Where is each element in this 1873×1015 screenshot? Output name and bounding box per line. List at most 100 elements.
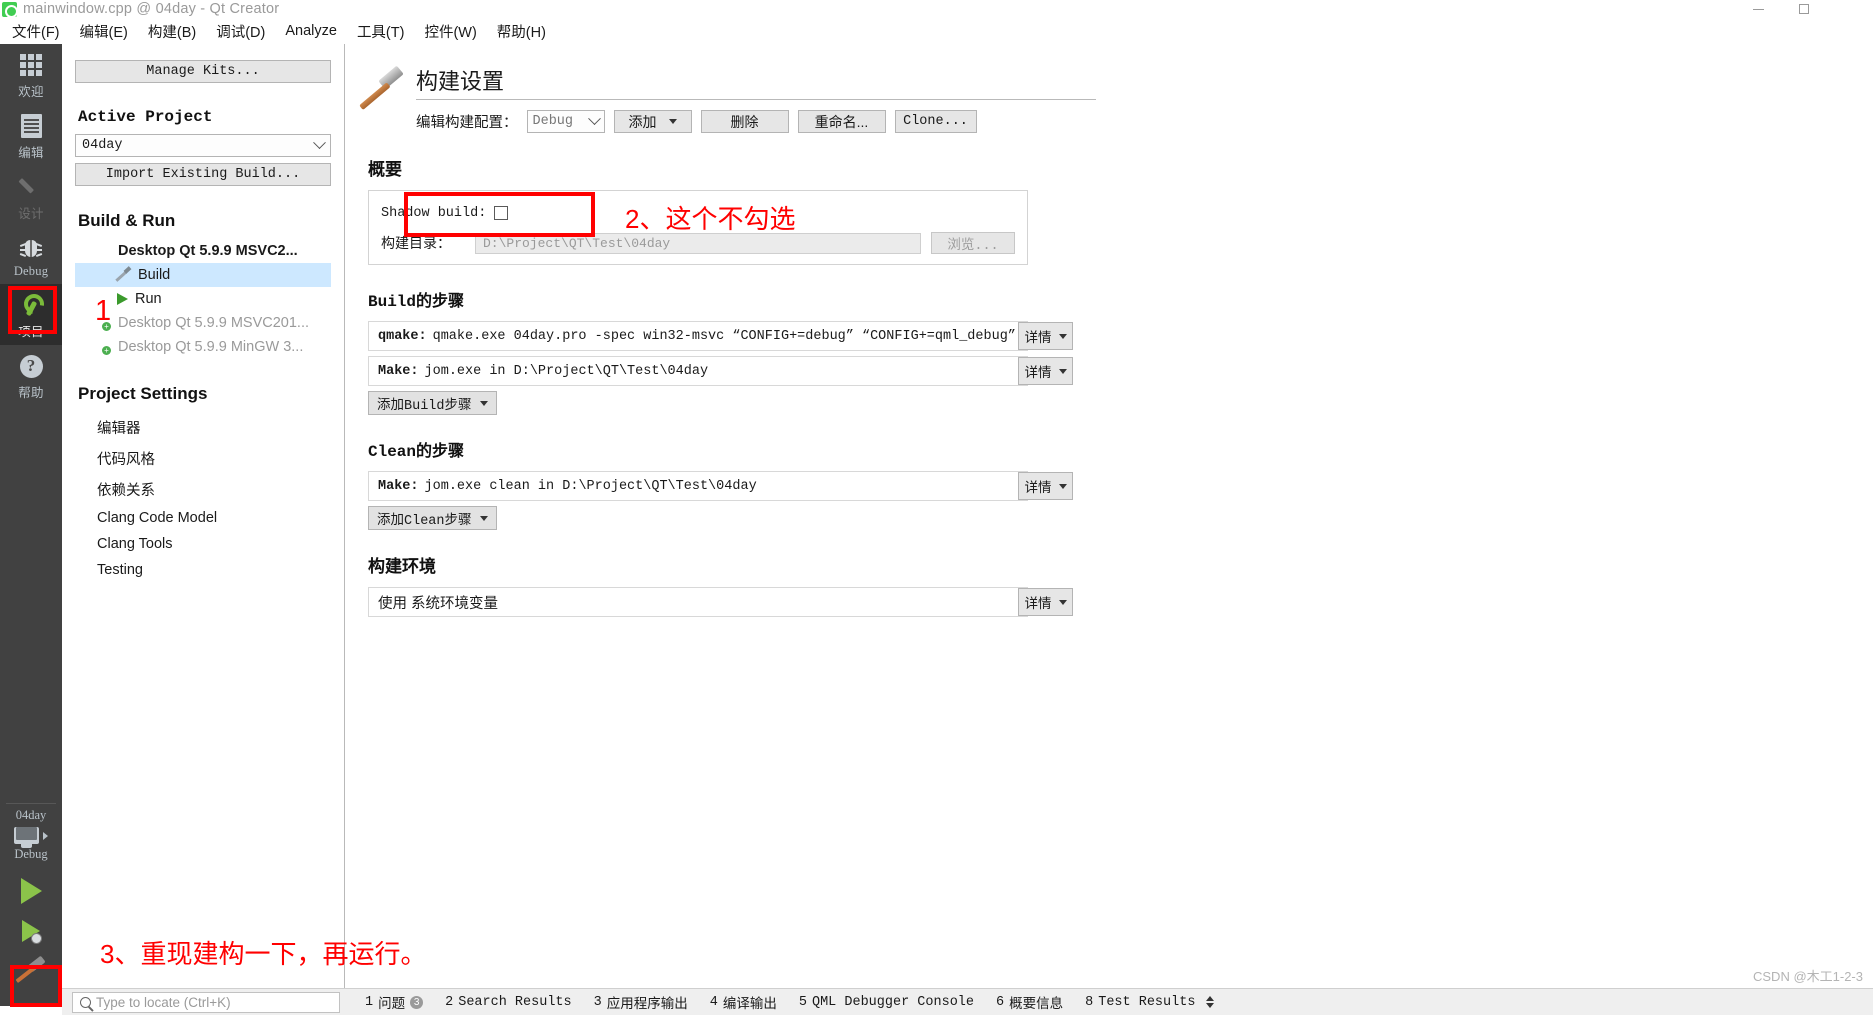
build-step-command: jom.exe in D:\Project\QT\Test\04day — [424, 363, 709, 379]
pane-search-results[interactable]: 2 Search Results — [434, 995, 583, 1010]
settings-item-dependencies[interactable]: 依赖关系 — [75, 474, 331, 505]
build-directory-input[interactable]: D:\Project\QT\Test\04day — [475, 232, 921, 254]
grid-icon — [18, 52, 44, 78]
tree-item-run[interactable]: Run — [75, 287, 331, 311]
add-build-step-button[interactable]: 添加Build步骤 — [368, 391, 497, 415]
import-existing-build-button[interactable]: Import Existing Build... — [75, 163, 331, 186]
pane-issues[interactable]: 1 问题 3 — [354, 992, 434, 1013]
debug-button[interactable] — [9, 914, 53, 948]
details-label: 详情 — [1024, 596, 1052, 611]
pane-application-output[interactable]: 3 应用程序输出 — [583, 992, 699, 1013]
pane-label: Test Results — [1098, 994, 1196, 1010]
add-clean-step-button[interactable]: 添加Clean步骤 — [368, 506, 497, 530]
build-env-details-button[interactable]: 详情 — [1018, 588, 1073, 616]
mode-help[interactable]: ? 帮助 — [0, 345, 62, 406]
active-project-select[interactable]: 04day — [75, 134, 331, 157]
bug-badge-icon — [31, 933, 42, 944]
settings-item-testing[interactable]: Testing — [75, 557, 331, 583]
tree-item-kit-msvc-active[interactable]: Desktop Qt 5.9.9 MSVC2... — [75, 239, 331, 263]
mode-welcome[interactable]: 欢迎 — [0, 44, 62, 105]
build-step-tool: Make: — [378, 363, 419, 379]
build-step-qmake[interactable]: qmake: qmake.exe 04day.pro -spec win32-m… — [368, 321, 1028, 351]
menu-tools[interactable]: 工具(T) — [347, 19, 415, 44]
wrench-icon — [18, 292, 44, 318]
help-icon: ? — [18, 353, 44, 379]
add-config-button[interactable]: 添加 — [613, 110, 692, 133]
build-env-label: 使用 系统环境变量 — [378, 595, 499, 612]
settings-item-code-style[interactable]: 代码风格 — [75, 443, 331, 474]
manage-kits-button[interactable]: Manage Kits... — [75, 60, 331, 83]
rename-config-button[interactable]: 重命名... — [797, 110, 886, 133]
settings-item-clang-code-model[interactable]: Clang Code Model — [75, 505, 331, 531]
locator-placeholder: Type to locate (Ctrl+K) — [96, 994, 231, 1010]
run-button[interactable] — [9, 874, 53, 908]
menu-build[interactable]: 构建(B) — [138, 19, 206, 44]
pane-updown-icon[interactable] — [1206, 996, 1215, 1008]
tree-item-label: Desktop Qt 5.9.9 MinGW 3... — [118, 339, 304, 355]
pane-number: 3 — [593, 994, 602, 1010]
tree-item-build[interactable]: Build — [75, 263, 331, 287]
caret-down-icon — [1058, 483, 1067, 489]
clone-config-button[interactable]: Clone... — [894, 110, 977, 133]
clean-step-tool: Make: — [378, 478, 419, 494]
chevron-right-icon — [43, 831, 48, 840]
document-icon — [18, 113, 44, 139]
pane-general-messages[interactable]: 6 概要信息 — [985, 992, 1074, 1013]
pane-label: Search Results — [458, 994, 572, 1010]
kit-project-name: 04day — [15, 808, 47, 822]
build-env-row[interactable]: 使用 系统环境变量 — [368, 587, 1028, 617]
pane-label: 概要信息 — [1009, 997, 1064, 1013]
caret-down-icon — [668, 119, 677, 124]
monitor-add-icon: + — [97, 341, 111, 355]
pane-test-results[interactable]: 8 Test Results — [1074, 995, 1225, 1010]
menu-analyze[interactable]: Analyze — [275, 21, 347, 41]
kit-selector[interactable]: 04day Debug — [0, 808, 62, 864]
pane-label: 应用程序输出 — [606, 997, 688, 1013]
caret-down-icon — [1058, 333, 1067, 339]
settings-item-clang-tools[interactable]: Clang Tools — [75, 531, 331, 557]
build-config-select[interactable]: Debug — [526, 110, 605, 133]
menu-help[interactable]: 帮助(H) — [487, 19, 556, 44]
pane-label: 编译输出 — [722, 997, 777, 1013]
build-step-command: qmake.exe 04day.pro -spec win32-msvc “CO… — [432, 328, 1016, 344]
clean-step-details-button[interactable]: 详情 — [1018, 472, 1073, 500]
shadow-build-checkbox[interactable] — [494, 206, 509, 220]
pane-compile-output[interactable]: 4 编译输出 — [699, 992, 788, 1013]
hammer-icon — [15, 955, 46, 985]
mode-projects[interactable]: 项目 — [0, 284, 62, 345]
maximize-button[interactable] — [1781, 0, 1827, 18]
close-button[interactable] — [1827, 0, 1873, 18]
watermark: CSDN @木工1-2-3 — [1753, 969, 1863, 984]
build-step-make-details-button[interactable]: 详情 — [1018, 357, 1073, 385]
mode-selector-bar: 欢迎 编辑 设计 Debug 项目 ? 帮助 04day Debug — [0, 44, 62, 1006]
pane-qml-debugger-console[interactable]: 5 QML Debugger Console — [788, 995, 985, 1010]
build-button[interactable] — [9, 954, 53, 988]
play-icon — [20, 878, 42, 904]
clean-step-make[interactable]: Make: jom.exe clean in D:\Project\QT\Tes… — [368, 471, 1028, 501]
mode-debug[interactable]: Debug — [0, 227, 62, 284]
minimize-button[interactable] — [1735, 0, 1781, 18]
menu-debug[interactable]: 调试(D) — [206, 19, 275, 44]
summary-heading: 概要 — [368, 160, 402, 179]
locator-input[interactable]: Type to locate (Ctrl+K) — [72, 991, 340, 1013]
build-step-make[interactable]: Make: jom.exe in D:\Project\QT\Test\04da… — [368, 356, 1028, 386]
browse-button[interactable]: 浏览... — [931, 232, 1015, 254]
mode-help-label: 帮助 — [18, 386, 44, 400]
menu-edit[interactable]: 编辑(E) — [70, 19, 138, 44]
page-title: 构建设置 — [416, 64, 1096, 100]
mode-edit[interactable]: 编辑 — [0, 105, 62, 166]
tree-item-label: Desktop Qt 5.9.9 MSVC201... — [118, 315, 310, 331]
build-icon — [115, 266, 132, 282]
settings-item-editor[interactable]: 编辑器 — [75, 412, 331, 443]
caret-down-icon — [479, 400, 488, 406]
edit-config-label: 编辑构建配置： — [416, 115, 518, 131]
menu-file[interactable]: 文件(F) — [2, 19, 70, 44]
build-env-heading: 构建环境 — [368, 557, 436, 576]
tree-item-kit-msvc2017[interactable]: + Desktop Qt 5.9.9 MSVC201... — [75, 311, 331, 335]
build-step-tool: qmake: — [378, 328, 427, 344]
remove-config-button[interactable]: 删除 — [700, 110, 789, 133]
build-step-qmake-details-button[interactable]: 详情 — [1018, 322, 1073, 350]
details-label: 详情 — [1024, 480, 1052, 495]
menu-widgets[interactable]: 控件(W) — [414, 19, 486, 44]
tree-item-kit-mingw[interactable]: + Desktop Qt 5.9.9 MinGW 3... — [75, 335, 331, 359]
